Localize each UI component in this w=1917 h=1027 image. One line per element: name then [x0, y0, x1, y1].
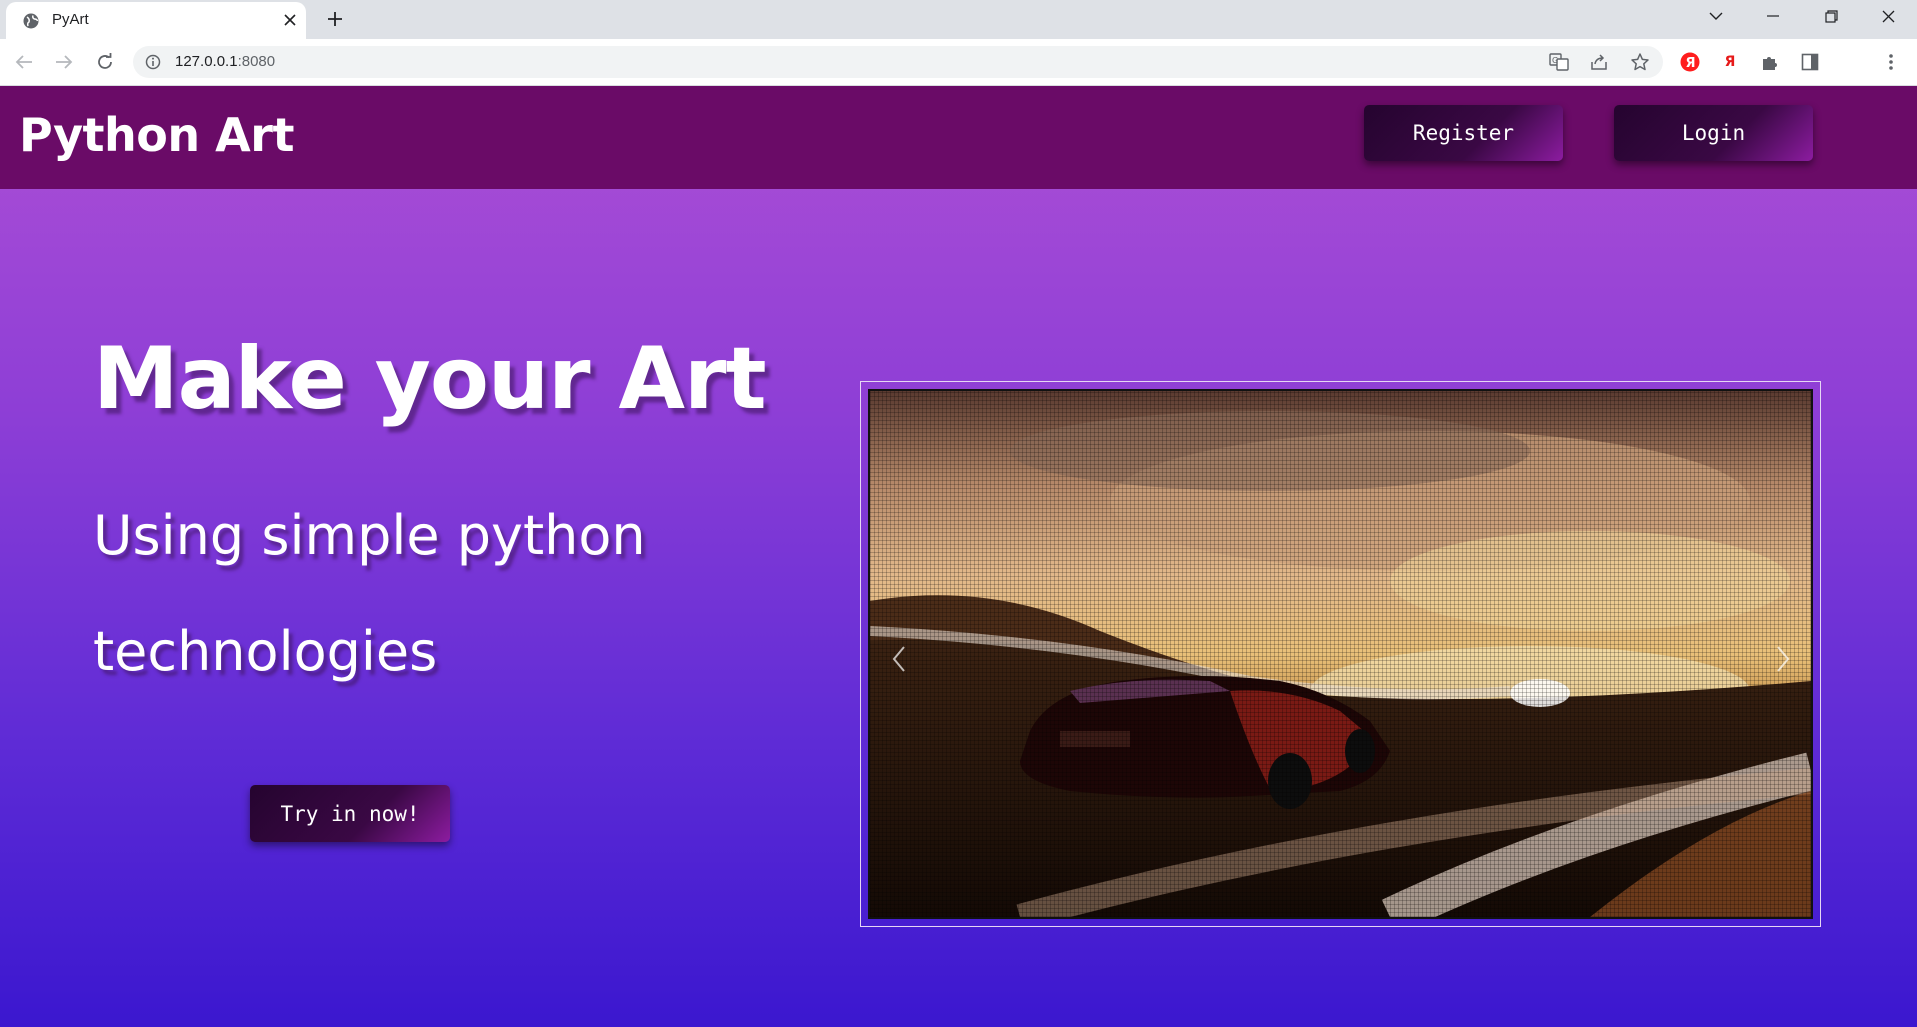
star-icon[interactable] [1627, 49, 1653, 75]
svg-text:G: G [1552, 56, 1558, 65]
plus-icon[interactable] [322, 6, 348, 32]
minimize-icon[interactable] [1745, 0, 1801, 32]
chevron-left-icon[interactable] [884, 639, 914, 679]
svg-text:Я: Я [1686, 56, 1696, 71]
page-content: Python Art Register Login Make your Art … [0, 86, 1917, 1027]
chevron-right-icon[interactable] [1768, 639, 1798, 679]
share-icon[interactable] [1586, 49, 1612, 75]
url-host: 127.0.0.1 [175, 53, 238, 70]
carousel-frame [860, 381, 1821, 927]
restore-icon[interactable] [1803, 0, 1859, 32]
yandex-icon[interactable]: Я [1677, 49, 1703, 75]
yandex-letter-icon[interactable]: Я [1717, 49, 1743, 75]
back-arrow-icon[interactable] [11, 49, 37, 75]
url-text[interactable]: 127.0.0.1:8080 [175, 53, 275, 70]
info-icon[interactable] [145, 54, 161, 70]
url-port: :8080 [237, 53, 276, 70]
site-navbar: Python Art Register Login [0, 86, 1917, 189]
close-icon[interactable] [280, 10, 300, 30]
brand-logo[interactable]: Python Art [19, 108, 294, 162]
try-now-button[interactable]: Try in now! [250, 785, 450, 842]
address-bar[interactable]: 127.0.0.1:8080 [133, 46, 1663, 78]
hero-title: Make your Art [93, 329, 767, 429]
browser-toolbar: 127.0.0.1:8080 G Я Я [0, 39, 1917, 86]
login-button[interactable]: Login [1614, 105, 1813, 161]
register-button[interactable]: Register [1364, 105, 1563, 161]
ascii-texture [870, 391, 1811, 917]
browser-tabstrip: PyArt [0, 0, 1917, 39]
chevron-down-icon[interactable] [1688, 0, 1744, 32]
translate-icon[interactable]: G [1546, 49, 1572, 75]
globe-icon [22, 12, 40, 30]
sidepanel-icon[interactable] [1797, 49, 1823, 75]
puzzle-icon[interactable] [1757, 49, 1783, 75]
close-window-icon[interactable] [1860, 0, 1916, 32]
ascii-art-car-image [868, 389, 1813, 919]
kebab-icon[interactable] [1878, 49, 1904, 75]
browser-tab[interactable]: PyArt [6, 2, 306, 39]
hero-subtitle: Using simple python technologies [93, 504, 646, 683]
reload-icon[interactable] [92, 49, 118, 75]
forward-arrow-icon[interactable] [51, 49, 77, 75]
tab-title: PyArt [52, 11, 89, 28]
